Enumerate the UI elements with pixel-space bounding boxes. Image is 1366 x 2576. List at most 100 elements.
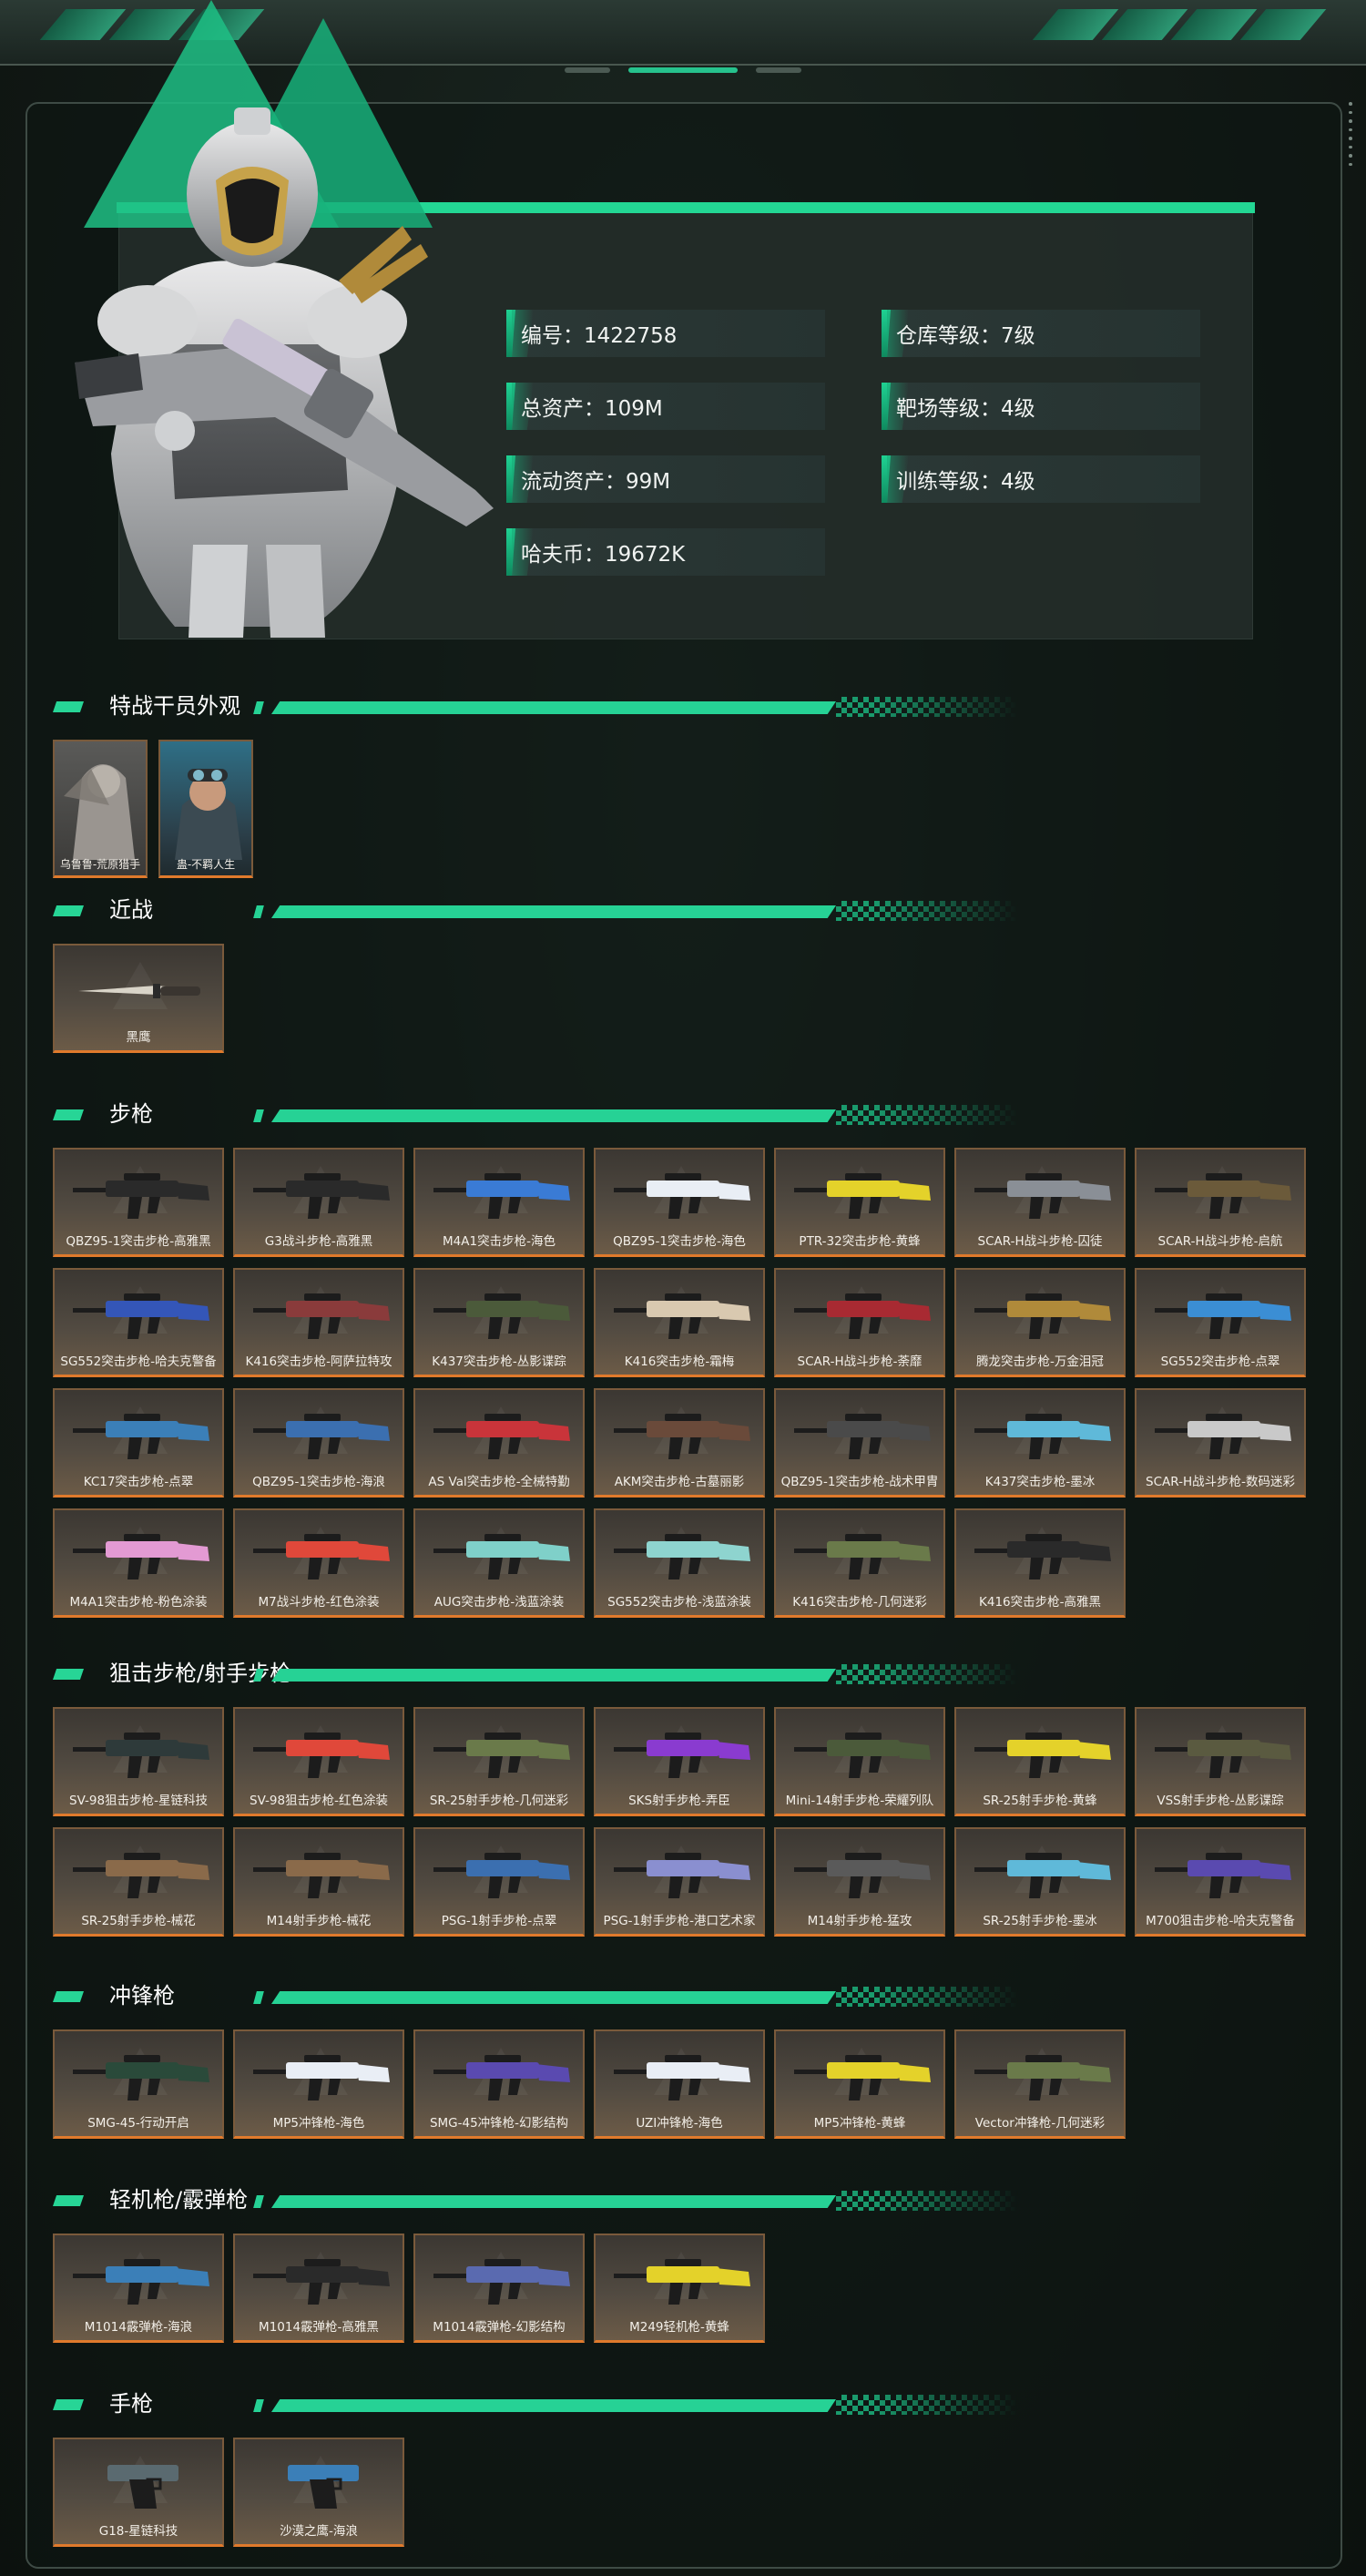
item-label: K416突击步枪-阿萨拉特攻 <box>245 1354 392 1369</box>
weapon-icon <box>794 1853 931 1898</box>
weapon-card[interactable]: PSG-1射手步枪-点翠 <box>413 1827 585 1937</box>
item-grid-lmgs: M1014霰弹枪-海浪 M1014霰弹枪-高雅黑 M1014霰弹枪-幻影结构 M249… <box>53 2234 1306 2343</box>
weapon-card[interactable]: K416突击步枪-阿萨拉特攻 <box>233 1268 404 1377</box>
weapon-icon <box>614 2259 750 2305</box>
item-label: M14射手步枪-猛攻 <box>807 1914 912 1928</box>
weapon-card[interactable]: SV-98狙击步枪-星链科技 <box>53 1707 224 1816</box>
weapon-card[interactable]: M7战斗步枪-红色涂装 <box>233 1508 404 1618</box>
header-center-indicator <box>556 64 810 77</box>
weapon-card[interactable]: 沙漠之鹰-海浪 <box>233 2438 404 2547</box>
section-dash-icon <box>53 2195 84 2206</box>
weapon-card[interactable]: QBZ95-1突击步枪-战术甲胄 <box>774 1388 945 1498</box>
weapon-icon <box>794 1414 931 1459</box>
weapon-card[interactable]: SCAR-H战斗步枪-囚徒 <box>954 1148 1126 1257</box>
weapon-icon <box>614 1173 750 1219</box>
weapon-card[interactable]: SR-25射手步枪-械花 <box>53 1827 224 1937</box>
section-checker-decor <box>836 1105 1018 1125</box>
item-grid-snipers: SV-98狙击步枪-星链科技 SV-98狙击步枪-红色涂装 SR-25射手步枪-几何… <box>53 1707 1306 1937</box>
weapon-card[interactable]: M249轻机枪-黄蜂 <box>594 2234 765 2343</box>
weapon-card[interactable]: AS Val突击步枪-全械特勤 <box>413 1388 585 1498</box>
weapon-card[interactable]: QBZ95-1突击步枪-海浪 <box>233 1388 404 1498</box>
header-decor-right <box>1032 9 1327 40</box>
weapon-card[interactable]: QBZ95-1突击步枪-海色 <box>594 1148 765 1257</box>
item-label: QBZ95-1突击步枪-高雅黑 <box>66 1234 211 1249</box>
weapon-card[interactable]: PTR-32突击步枪-黄蜂 <box>774 1148 945 1257</box>
weapon-card[interactable]: M14射手步枪-猛攻 <box>774 1827 945 1937</box>
item-label: QBZ95-1突击步枪-战术甲胄 <box>780 1475 939 1489</box>
weapon-card[interactable]: PSG-1射手步枪-港口艺术家 <box>594 1827 765 1937</box>
weapon-card[interactable]: M700狙击步枪-哈夫克警备 <box>1135 1827 1306 1937</box>
item-label: M14射手步枪-械花 <box>266 1914 372 1928</box>
weapon-card[interactable]: K416突击步枪-几何迷彩 <box>774 1508 945 1618</box>
weapon-icon <box>974 1733 1111 1778</box>
weapon-card[interactable]: M1014霰弹枪-海浪 <box>53 2234 224 2343</box>
weapon-card[interactable]: M1014霰弹枪-高雅黑 <box>233 2234 404 2343</box>
weapon-card[interactable]: M1014霰弹枪-幻影结构 <box>413 2234 585 2343</box>
item-label: M4A1突击步枪-粉色涂装 <box>69 1595 208 1610</box>
weapon-card[interactable]: MP5冲锋枪-黄蜂 <box>774 2029 945 2139</box>
weapon-card[interactable]: K437突击步枪-墨冰 <box>954 1388 1126 1498</box>
weapon-icon <box>1155 1293 1291 1339</box>
item-label: 腾龙突击步枪-万金泪冠 <box>976 1354 1104 1369</box>
weapon-card[interactable]: AUG突击步枪-浅蓝涂装 <box>413 1508 585 1618</box>
weapon-icon <box>253 1173 390 1219</box>
weapon-card[interactable]: SR-25射手步枪-几何迷彩 <box>413 1707 585 1816</box>
weapon-card[interactable]: KC17突击步枪-点翠 <box>53 1388 224 1498</box>
weapon-card[interactable]: SR-25射手步枪-墨冰 <box>954 1827 1126 1937</box>
item-label: SMG-45-行动开启 <box>87 2116 189 2131</box>
weapon-icon <box>253 1853 390 1898</box>
weapon-icon <box>73 1293 209 1339</box>
stat-text: 总资产：109M <box>521 397 663 421</box>
item-label: SR-25射手步枪-黄蜂 <box>983 1794 1097 1808</box>
operator-portrait-icon <box>75 107 494 638</box>
weapon-card[interactable]: M4A1突击步枪-海色 <box>413 1148 585 1257</box>
weapon-card[interactable]: M4A1突击步枪-粉色涂装 <box>53 1508 224 1618</box>
weapon-card[interactable]: K437突击步枪-丛影谍踪 <box>413 1268 585 1377</box>
weapon-card[interactable]: SCAR-H战斗步枪-启航 <box>1135 1148 1306 1257</box>
weapon-card[interactable]: AKM突击步枪-古墓丽影 <box>594 1388 765 1498</box>
weapon-card[interactable]: Vector冲锋枪-几何迷彩 <box>954 2029 1126 2139</box>
weapon-card[interactable]: VSS射手步枪-丛影谍踪 <box>1135 1707 1306 1816</box>
section-divider <box>271 1991 836 2004</box>
item-label: M700狙击步枪-哈夫克警备 <box>1146 1914 1295 1928</box>
weapon-card[interactable]: MP5冲锋枪-海色 <box>233 2029 404 2139</box>
weapon-card[interactable]: UZI冲锋枪-海色 <box>594 2029 765 2139</box>
weapon-card[interactable]: SR-25射手步枪-黄蜂 <box>954 1707 1126 1816</box>
weapon-card[interactable]: SG552突击步枪-浅蓝涂装 <box>594 1508 765 1618</box>
weapon-card[interactable]: 腾龙突击步枪-万金泪冠 <box>954 1268 1126 1377</box>
item-label: AKM突击步枪-古墓丽影 <box>614 1475 745 1489</box>
weapon-icon <box>433 2259 570 2305</box>
weapon-icon <box>794 1534 931 1579</box>
item-label: 黑鹰 <box>126 1030 151 1045</box>
section-header-melee: 近战 <box>53 896 1018 924</box>
weapon-card[interactable]: G3战斗步枪-高雅黑 <box>233 1148 404 1257</box>
weapon-card[interactable]: SG552突击步枪-点翠 <box>1135 1268 1306 1377</box>
item-label: SV-98狙击步枪-星链科技 <box>69 1794 208 1808</box>
weapon-card[interactable]: SMG-45冲锋枪-幻影结构 <box>413 2029 585 2139</box>
weapon-card[interactable]: K416突击步枪-霜梅 <box>594 1268 765 1377</box>
operator-card[interactable]: 蛊-不羁人生 <box>158 740 253 878</box>
weapon-card[interactable]: SMG-45-行动开启 <box>53 2029 224 2139</box>
section-dash-icon <box>53 1669 84 1680</box>
item-label: SCAR-H战斗步枪-数码迷彩 <box>1146 1475 1295 1489</box>
stat-text: 仓库等级：7级 <box>896 324 1035 348</box>
weapon-card[interactable]: K416突击步枪-高雅黑 <box>954 1508 1126 1618</box>
weapon-card[interactable]: QBZ95-1突击步枪-高雅黑 <box>53 1148 224 1257</box>
section-divider <box>271 701 836 714</box>
weapon-card[interactable]: 黑鹰 <box>53 944 224 1053</box>
weapon-card[interactable]: SKS射手步枪-弄臣 <box>594 1707 765 1816</box>
scroll-dots-icon[interactable] <box>1346 102 1355 166</box>
weapon-card[interactable]: Mini-14射手步枪-荣耀列队 <box>774 1707 945 1816</box>
weapon-card[interactable]: G18-星链科技 <box>53 2438 224 2547</box>
weapon-card[interactable]: SG552突击步枪-哈夫克警备 <box>53 1268 224 1377</box>
section-header-rifles: 步枪 <box>53 1100 1018 1128</box>
weapon-icon <box>433 2055 570 2101</box>
weapon-card[interactable]: SCAR-H战斗步枪-荼靡 <box>774 1268 945 1377</box>
weapon-card[interactable]: SV-98狙击步枪-红色涂装 <box>233 1707 404 1816</box>
item-label: G3战斗步枪-高雅黑 <box>264 1234 373 1249</box>
weapon-card[interactable]: SCAR-H战斗步枪-数码迷彩 <box>1135 1388 1306 1498</box>
section-divider <box>271 1669 836 1682</box>
operator-card[interactable]: 乌鲁鲁-荒原猎手 <box>53 740 148 878</box>
weapon-icon <box>1155 1853 1291 1898</box>
weapon-card[interactable]: M14射手步枪-械花 <box>233 1827 404 1937</box>
